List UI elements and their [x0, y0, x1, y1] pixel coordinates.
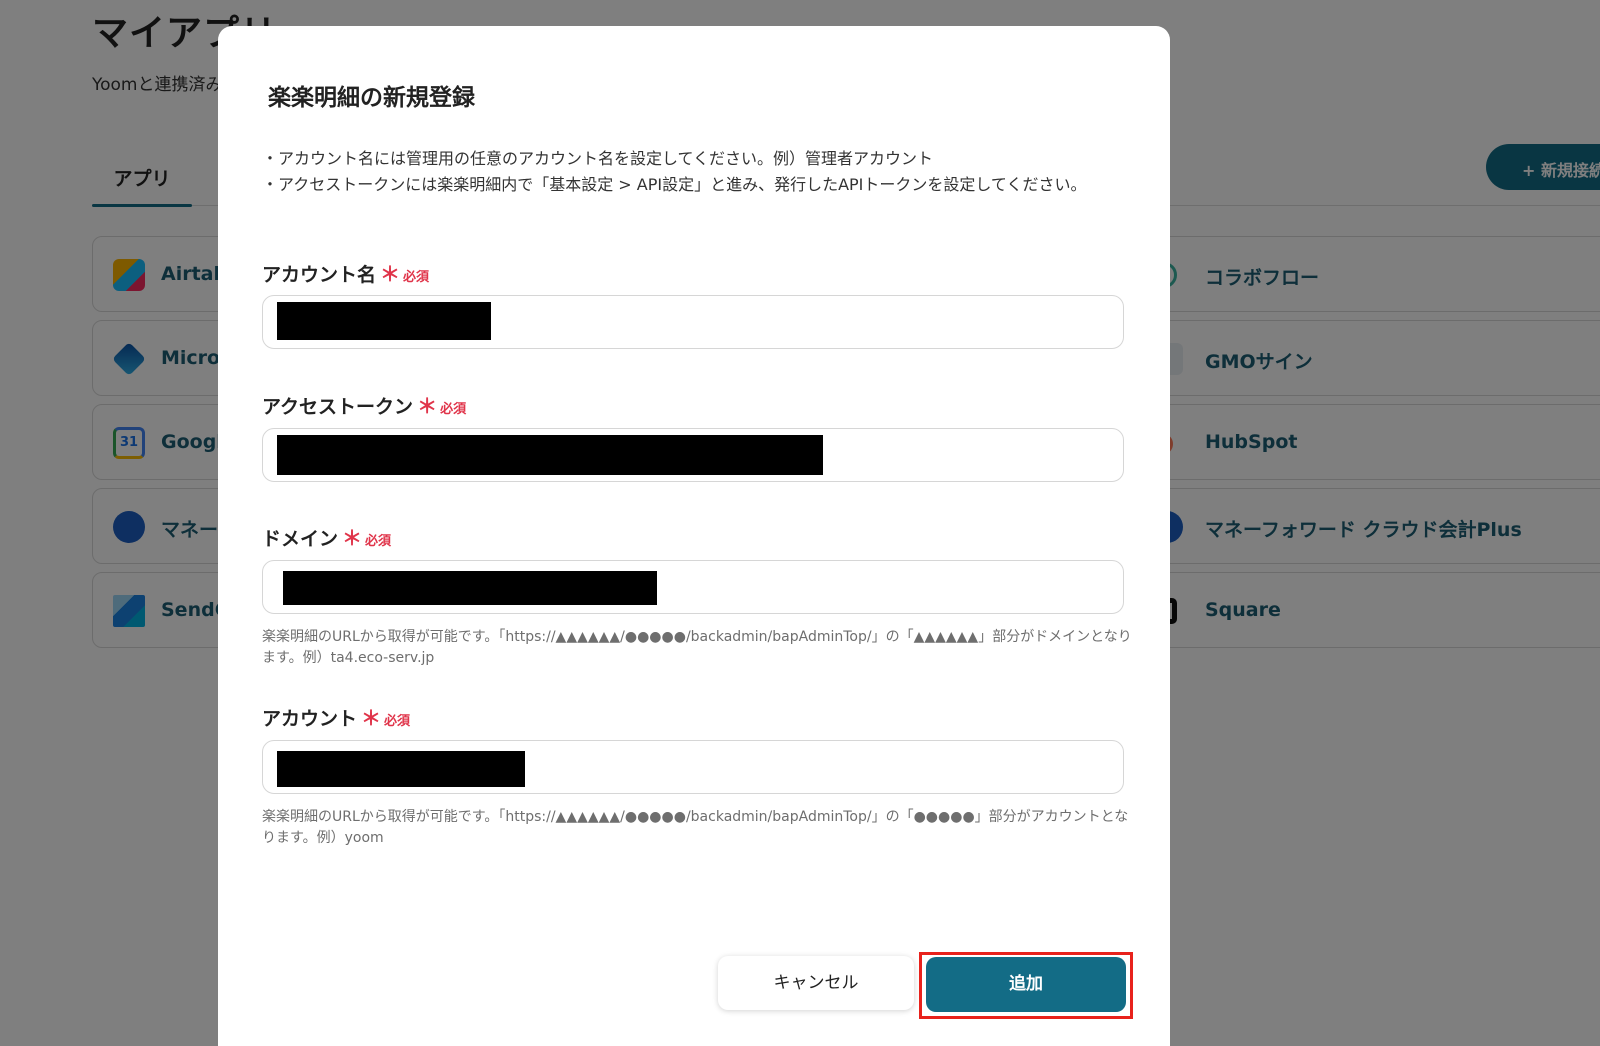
domain-label: ドメイン＊必須 [262, 522, 391, 551]
field-label-text: ドメイン [262, 528, 339, 550]
required-badge: 必須 [403, 270, 430, 285]
required-asterisk: ＊ [342, 526, 363, 550]
new-registration-modal: 楽楽明細の新規登録 ・アカウント名には管理用の任意のアカウント名を設定してくださ… [218, 26, 1170, 1046]
account-name-input[interactable] [262, 295, 1124, 349]
access-token-input[interactable] [262, 428, 1124, 482]
redacted-value [277, 435, 823, 475]
required-asterisk: ＊ [380, 262, 401, 286]
cancel-button[interactable]: キャンセル [718, 956, 914, 1010]
modal-notes: ・アカウント名には管理用の任意のアカウント名を設定してください。例）管理者アカウ… [262, 146, 1132, 198]
required-asterisk: ＊ [361, 706, 382, 730]
account-label: アカウント＊必須 [262, 702, 410, 731]
account-input[interactable] [262, 740, 1124, 794]
modal-title: 楽楽明細の新規登録 [268, 85, 475, 111]
access-token-label: アクセストークン＊必須 [262, 390, 466, 419]
account-name-label: アカウント名＊必須 [262, 258, 429, 287]
note-line: ・アカウント名には管理用の任意のアカウント名を設定してください。例）管理者アカウ… [262, 149, 934, 168]
field-label-text: アカウント [262, 708, 358, 730]
highlight-annotation [919, 952, 1133, 1019]
required-badge: 必須 [384, 714, 411, 729]
redacted-value [277, 302, 491, 340]
required-badge: 必須 [365, 534, 392, 549]
account-help-text: 楽楽明細のURLから取得が可能です。「https://▲▲▲▲▲▲/●●●●●/… [262, 809, 1129, 846]
field-label-text: アクセストークン [262, 396, 414, 418]
field-label-text: アカウント名 [262, 264, 377, 286]
note-line: ・アクセストークンには楽楽明細内で「基本設定 > API設定」と進み、発行したA… [262, 175, 1087, 194]
redacted-value [283, 571, 657, 605]
required-badge: 必須 [440, 402, 467, 417]
domain-help-text: 楽楽明細のURLから取得が可能です。「https://▲▲▲▲▲▲/●●●●●/… [262, 629, 1132, 666]
domain-input[interactable] [262, 560, 1124, 614]
redacted-value [277, 751, 525, 787]
required-asterisk: ＊ [417, 394, 438, 418]
